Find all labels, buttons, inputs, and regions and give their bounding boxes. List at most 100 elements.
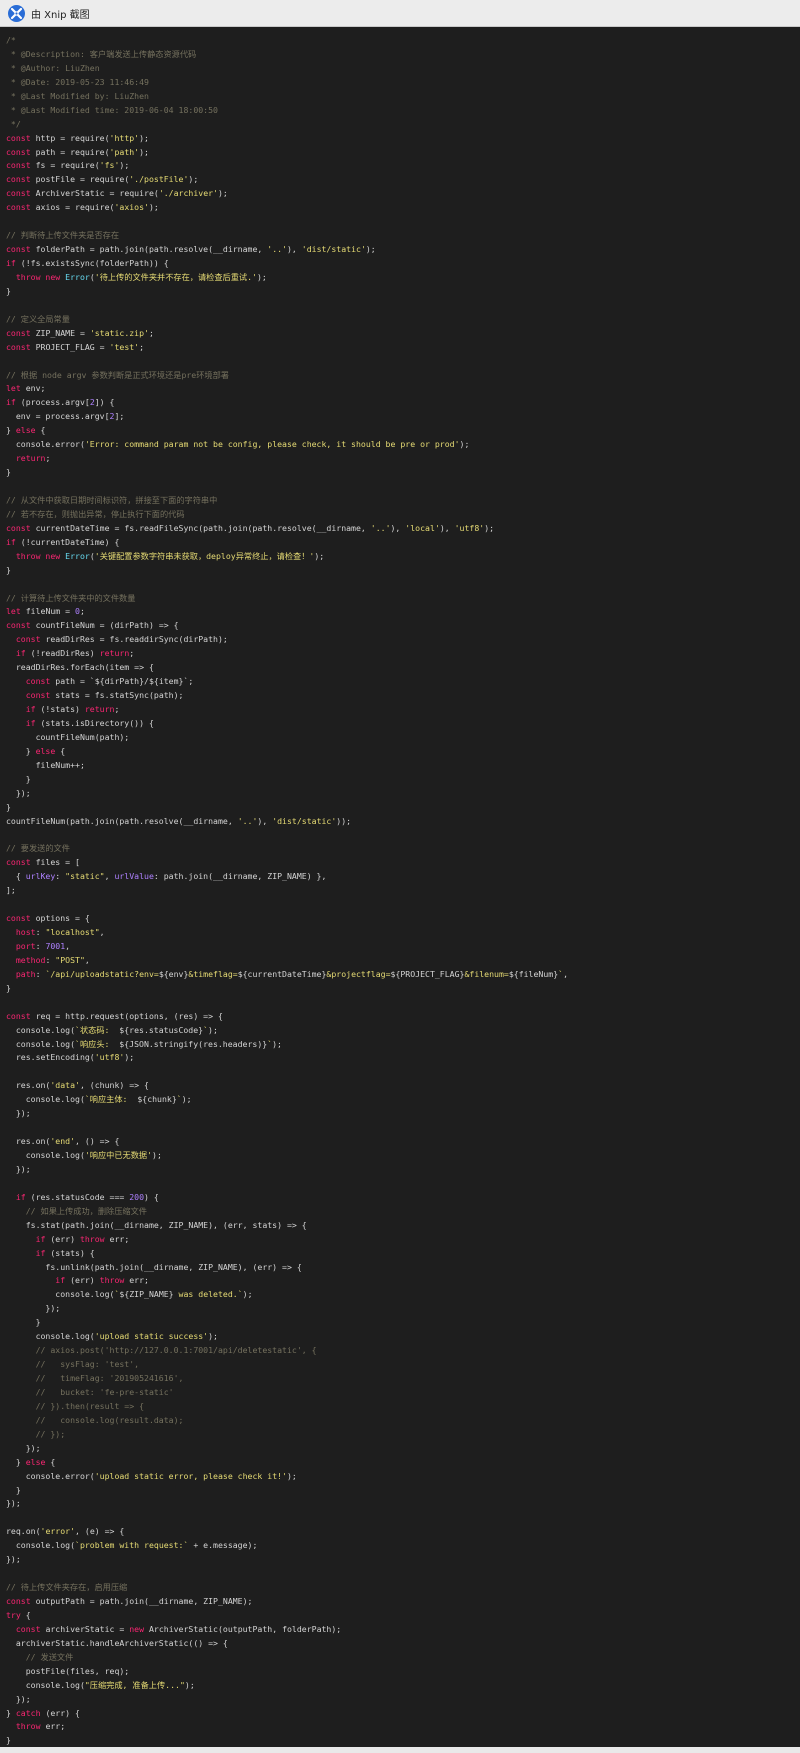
code-token: fileNum = bbox=[20, 606, 76, 617]
code-token: '响应中已无数据' bbox=[84, 1150, 153, 1160]
code-token: console.log( bbox=[6, 1150, 85, 1160]
code-token: const bbox=[6, 244, 31, 255]
code-token: "压缩完成, 准备上传..." bbox=[84, 1679, 185, 1690]
code-token: * @Date: 2019-05-23 11:46:49 bbox=[6, 76, 149, 87]
code-token: const bbox=[25, 690, 51, 701]
code-line: }); bbox=[6, 1302, 796, 1316]
code-token: ; bbox=[114, 704, 120, 714]
code-token: if bbox=[6, 536, 16, 547]
code-token: } bbox=[6, 1456, 26, 1467]
code-token: req = http.request(options, (res) => { bbox=[30, 1010, 223, 1021]
code-line: } else { bbox=[6, 424, 796, 438]
code-line: fs.unlink(path.join(__dirname, ZIP_NAME)… bbox=[6, 1261, 796, 1275]
code-line: fileNum++; bbox=[6, 759, 796, 773]
code-token: fs = require( bbox=[30, 160, 100, 171]
code-line: console.log("压缩完成, 准备上传..."); bbox=[6, 1679, 796, 1693]
code-token: throw new bbox=[15, 550, 61, 561]
code-token: (stats.isDirectory()) { bbox=[35, 717, 154, 728]
code-token: } bbox=[6, 745, 36, 756]
code-token: const bbox=[6, 857, 31, 868]
code-token: urlValue bbox=[114, 871, 154, 882]
code-line: throw err; bbox=[6, 1720, 796, 1734]
code-token: archiverStatic = bbox=[40, 1623, 130, 1634]
code-token: err; bbox=[40, 1721, 66, 1732]
code-token: { bbox=[20, 1609, 31, 1620]
code-token: 'local' bbox=[405, 522, 440, 533]
code-token: console.log( bbox=[6, 1038, 76, 1049]
code-line: const ArchiverStatic = require('./archiv… bbox=[6, 187, 796, 201]
code-token: // sysFlag: 'test', bbox=[6, 1359, 140, 1370]
code-token: ); bbox=[286, 1470, 297, 1481]
code-line: // 计算待上传文件夹中的文件数量 bbox=[6, 592, 796, 606]
code-line: console.log(`响应头: ${JSON.stringify(res.h… bbox=[6, 1038, 796, 1052]
code-line: console.log(`响应主体: ${chunk}`); bbox=[6, 1093, 796, 1107]
code-token: 'dist/static' bbox=[272, 815, 337, 826]
code-token: 200 bbox=[129, 1191, 145, 1202]
code-editor[interactable]: /* * @Description: 客户端发送上传静态资源代码 * @Auth… bbox=[6, 34, 796, 1748]
code-token: ); bbox=[124, 1052, 135, 1063]
code-token: throw bbox=[79, 1233, 105, 1244]
code-token: } bbox=[6, 1707, 16, 1718]
code-token: console.log( bbox=[6, 1540, 76, 1551]
code-line: try { bbox=[6, 1609, 796, 1623]
code-line: const req = http.request(options, (res) … bbox=[6, 1010, 796, 1024]
code-token: // 发送文件 bbox=[6, 1651, 74, 1662]
code-token: ); bbox=[188, 174, 199, 185]
code-line: * @Date: 2019-05-23 11:46:49 bbox=[6, 76, 796, 90]
code-line: * @Last Modified by: LiuZhen bbox=[6, 90, 796, 104]
code-line: const PROJECT_FLAG = 'test'; bbox=[6, 341, 796, 355]
code-token: ), bbox=[439, 522, 455, 533]
code-token: )); bbox=[336, 815, 352, 826]
code-line: } else { bbox=[6, 1456, 796, 1470]
code-line: console.log('upload static success'); bbox=[6, 1330, 796, 1344]
code-token: '关键配置参数字符串未获取，deploy异常终止，请检查！' bbox=[94, 550, 315, 561]
code-token: `/api/uploadstatic?env= bbox=[45, 968, 159, 979]
code-token: (stats) { bbox=[45, 1247, 95, 1258]
code-token: currentDateTime = fs.readFileSync(path.j… bbox=[30, 522, 371, 533]
code-line: const outputPath = path.join(__dirname, … bbox=[6, 1595, 796, 1609]
code-token: /* bbox=[6, 35, 16, 45]
code-token: let bbox=[6, 606, 21, 617]
code-line: * @Author: LiuZhen bbox=[6, 62, 796, 76]
code-line: }); bbox=[6, 787, 796, 801]
code-token: 'upload static success' bbox=[94, 1331, 209, 1342]
code-token: , bbox=[563, 968, 569, 979]
code-line: readDirRes.forEach(item => { bbox=[6, 661, 796, 675]
code-line: if (stats.isDirectory()) { bbox=[6, 717, 796, 731]
code-token: // 如果上传成功，删除压缩文件 bbox=[6, 1205, 147, 1216]
code-token: // 定义全局常量 bbox=[6, 313, 70, 324]
code-line: // console.log(result.data); bbox=[6, 1414, 796, 1428]
code-token: else bbox=[15, 425, 36, 436]
code-token: if bbox=[15, 648, 26, 659]
code-line: console.error('upload static error, plea… bbox=[6, 1470, 796, 1484]
code-token: if bbox=[55, 1275, 66, 1286]
code-token: throw new bbox=[15, 271, 61, 282]
code-token: "static" bbox=[65, 871, 105, 882]
code-line: * @Description: 客户端发送上传静态资源代码 bbox=[6, 48, 796, 62]
code-token: (!readDirRes) bbox=[25, 648, 100, 659]
code-line: if (err) throw err; bbox=[6, 1274, 796, 1288]
xnip-app-icon bbox=[8, 4, 25, 22]
code-line: } bbox=[6, 564, 796, 578]
code-line: if (process.argv[2]) { bbox=[6, 396, 796, 410]
code-token: console.log( bbox=[6, 1289, 115, 1300]
code-token: } bbox=[6, 1735, 11, 1746]
code-token: ]) { bbox=[94, 397, 115, 408]
code-token: files = [ bbox=[30, 857, 80, 868]
code-token: } bbox=[6, 982, 11, 993]
code-token: else bbox=[25, 1456, 46, 1467]
code-token: * @Last Modified time: 2019-06-04 18:00:… bbox=[6, 104, 218, 115]
code-line: env = process.argv[2]; bbox=[6, 410, 796, 424]
